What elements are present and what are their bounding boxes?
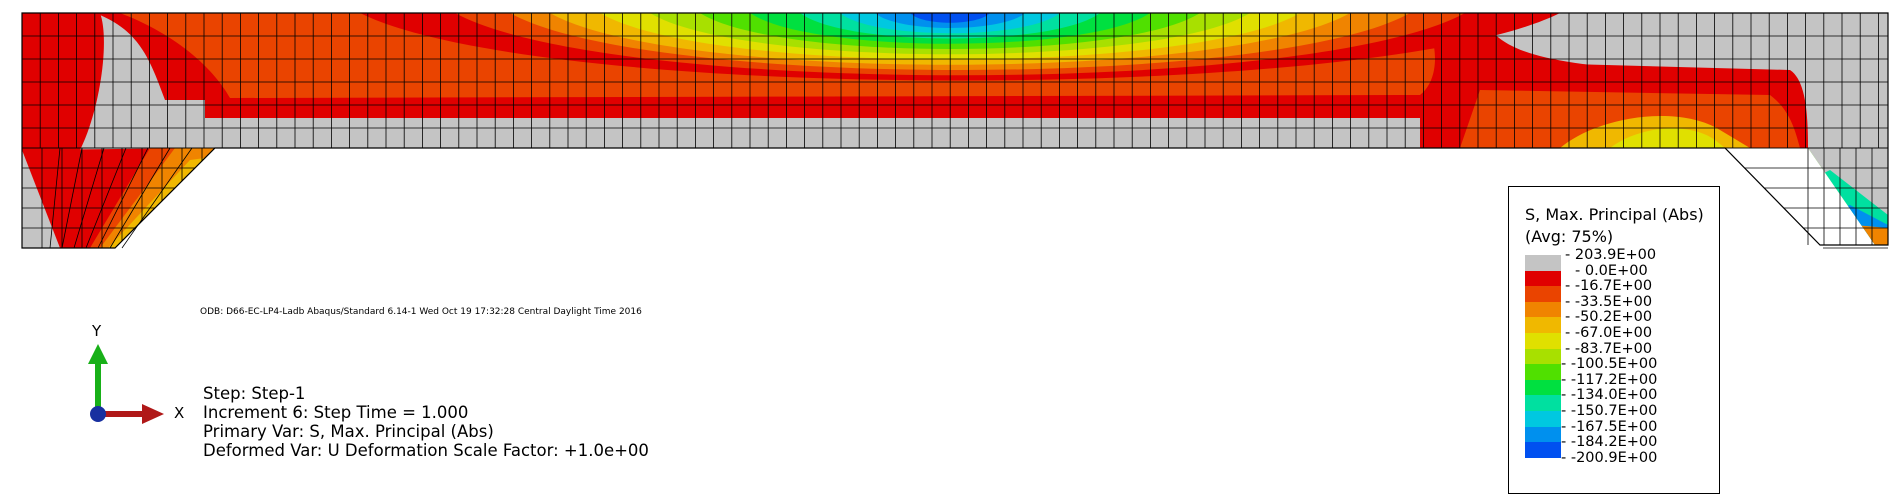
legend-swatch — [1525, 333, 1561, 350]
legend-swatch — [1525, 317, 1561, 334]
legend-value: - -67.0E+00 — [1565, 325, 1653, 341]
legend-swatch — [1525, 411, 1561, 428]
triad-origin — [90, 406, 106, 422]
primary-var: Primary Var: S, Max. Principal (Abs) — [203, 422, 494, 441]
legend-swatch — [1525, 379, 1561, 396]
legend-swatch — [1525, 255, 1561, 272]
legend-swatch — [1525, 348, 1561, 365]
legend-value: - 0.0E+00 — [1575, 262, 1648, 279]
step-increment: Increment 6: Step Time = 1.000 — [203, 403, 469, 422]
legend-value: - -167.5E+00 — [1561, 418, 1658, 435]
legend-value: - -83.7E+00 — [1565, 340, 1653, 357]
legend-subtitle: (Avg: 75%) — [1525, 227, 1614, 246]
triad-x-label: X — [174, 404, 185, 422]
legend-value: - -100.5E+00 — [1561, 356, 1658, 373]
legend-swatch — [1525, 364, 1561, 381]
legend-swatch — [1525, 395, 1561, 412]
legend-value: - -134.0E+00 — [1561, 387, 1658, 404]
contour-band — [22, 13, 60, 60]
legend-value: - -117.2E+00 — [1561, 371, 1658, 388]
legend-title: S, Max. Principal (Abs) — [1525, 205, 1704, 224]
legend-swatch — [1525, 286, 1561, 303]
legend-value: - -150.7E+00 — [1561, 403, 1658, 419]
abaqus-viewport[interactable]: ODB: D66-EC-LP4-Ladb Abaqus/Standard 6.1… — [0, 0, 1900, 500]
odb-info-line: ODB: D66-EC-LP4-Ladb Abaqus/Standard 6.1… — [200, 307, 642, 317]
coordinate-triad — [88, 344, 164, 424]
legend-value: - -33.5E+00 — [1565, 293, 1653, 310]
legend-value: - -200.9E+00 — [1561, 449, 1658, 466]
triad-y-label: Y — [92, 322, 102, 340]
legend-value: - -50.2E+00 — [1565, 309, 1653, 326]
legend-swatch — [1525, 442, 1561, 459]
legend-value: - -16.7E+00 — [1565, 278, 1653, 295]
contour-legend: S, Max. Principal (Abs) (Avg: 75%) - 203… — [1508, 186, 1720, 494]
legend-value: - 203.9E+00 — [1565, 247, 1657, 263]
triad-y-arrowhead — [88, 344, 108, 364]
legend-value: - -184.2E+00 — [1561, 434, 1658, 451]
triad-x-arrowhead — [142, 404, 164, 424]
legend-swatch — [1525, 426, 1561, 443]
legend-swatch — [1525, 270, 1561, 287]
step-name: Step: Step-1 — [203, 384, 306, 403]
deformed-var: Deformed Var: U Deformation Scale Factor… — [203, 441, 649, 460]
legend-swatch — [1525, 301, 1561, 318]
